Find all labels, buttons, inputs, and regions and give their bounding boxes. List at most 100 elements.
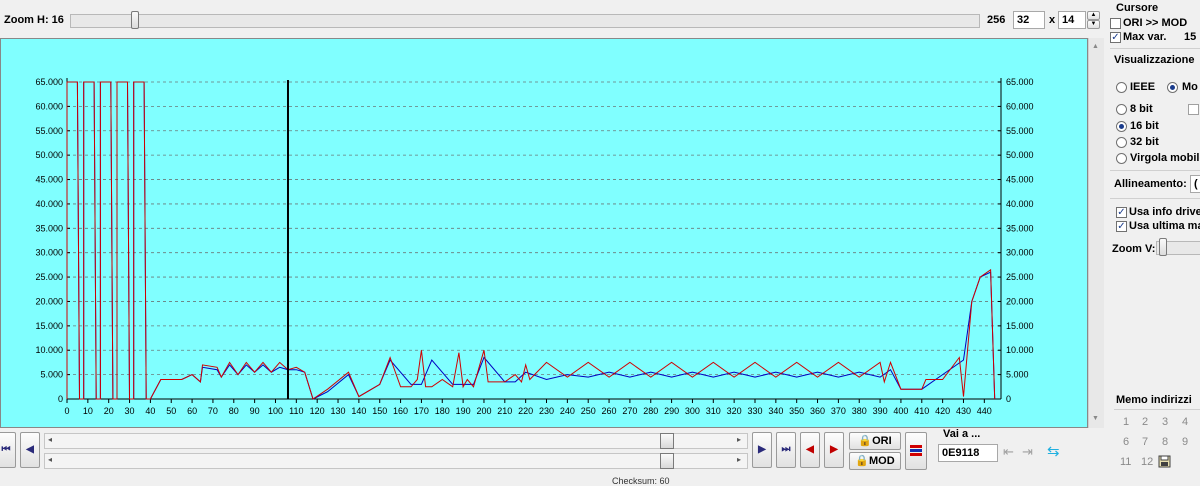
swap-arrows-icon[interactable]: ⇆: [1047, 442, 1060, 460]
memo-slot-7[interactable]: 7: [1142, 436, 1148, 448]
motorola-label: Mo: [1182, 81, 1198, 93]
usa-info-checkbox[interactable]: ✓: [1116, 207, 1127, 218]
mod-scrollbar[interactable]: ◂ ▸: [44, 453, 748, 469]
ori-button[interactable]: 🔒ORI: [849, 432, 901, 450]
align-right-icon[interactable]: ⇥: [1022, 444, 1033, 460]
first-page-button[interactable]: ⏮: [0, 432, 16, 468]
16bit-radio[interactable]: [1116, 121, 1127, 132]
hex-data-chart[interactable]: 0 05.000 5.00010.000 10.00015.000 15.00020.0…: [1, 39, 1087, 427]
address-input[interactable]: 0E9118: [938, 444, 998, 462]
ori-mod-checkbox[interactable]: [1110, 18, 1121, 29]
y-tick-label: 60.000: [35, 101, 63, 111]
scroll-left-icon[interactable]: ◂: [48, 455, 52, 464]
zoom-v-slider[interactable]: [1156, 238, 1200, 256]
y-tick-label-right: 35.000: [1006, 223, 1034, 233]
prev-diff-button[interactable]: ◀: [800, 432, 820, 468]
memo-slot-1[interactable]: 1: [1123, 416, 1129, 428]
zoom-h-slider-thumb[interactable]: [131, 11, 139, 29]
next-page-button[interactable]: ▶: [752, 432, 772, 468]
32bit-label: 32 bit: [1130, 136, 1159, 148]
y-tick-label-right: 50.000: [1006, 150, 1034, 160]
x-tick-label: 120: [310, 406, 325, 416]
y-tick-label: 50.000: [35, 150, 63, 160]
last-page-button[interactable]: ⏭: [776, 432, 796, 468]
allineamento-input[interactable]: (: [1190, 175, 1200, 193]
x-tick-label: 60: [187, 406, 197, 416]
rows-up-button[interactable]: ▲: [1087, 11, 1100, 20]
prev-page-button[interactable]: ◀: [20, 432, 40, 468]
x-tick-label: 200: [476, 406, 491, 416]
zoom-v-slider-thumb[interactable]: [1159, 238, 1167, 256]
x-tick-label: 360: [810, 406, 825, 416]
motorola-radio[interactable]: [1167, 82, 1178, 93]
align-left-icon[interactable]: ⇤: [1003, 444, 1014, 460]
8bit-radio[interactable]: [1116, 104, 1127, 115]
vai-a-label: Vai a ...: [943, 428, 981, 440]
flag-toggle-button[interactable]: [905, 432, 927, 470]
ori-mod-label: ORI >> MOD: [1123, 17, 1188, 29]
rows-down-button[interactable]: ▼: [1087, 20, 1100, 29]
y-tick-label: 15.000: [35, 321, 63, 331]
32bit-radio[interactable]: [1116, 137, 1127, 148]
memo-slot-8[interactable]: 8: [1162, 436, 1168, 448]
scroll-up-icon[interactable]: ▲: [1092, 43, 1099, 50]
lock-icon: 🔒: [855, 455, 870, 467]
plot-area[interactable]: 0 0 5.000 5.000 10.000 10.000 15.000 15.000 20.0…: [0, 38, 1088, 428]
signed-checkbox[interactable]: [1188, 104, 1199, 115]
y-tick-label-right: 45.000: [1006, 175, 1034, 185]
x-tick-label: 150: [372, 406, 387, 416]
x-tick-label: 280: [643, 406, 658, 416]
ori-scrollbar[interactable]: ◂ ▸: [44, 433, 748, 449]
status-text: Checksum: 60: [612, 476, 670, 486]
memo-slot-6[interactable]: 6: [1123, 436, 1129, 448]
visualizzazione-title: Visualizzazione: [1114, 54, 1195, 66]
ori-scroll-thumb[interactable]: [660, 433, 674, 449]
memo-slot-2[interactable]: 2: [1142, 416, 1148, 428]
columns-input[interactable]: 32: [1013, 11, 1045, 29]
x-tick-label: 430: [956, 406, 971, 416]
plot-vertical-scrollbar[interactable]: ▲ ▼: [1088, 38, 1104, 428]
x-tick-label: 270: [622, 406, 637, 416]
mod-button[interactable]: 🔒MOD: [849, 452, 901, 470]
zoom-h-slider[interactable]: [70, 11, 980, 29]
x-tick-label: 300: [685, 406, 700, 416]
separator: [1110, 170, 1200, 171]
16bit-label: 16 bit: [1130, 120, 1159, 132]
mod-scroll-thumb[interactable]: [660, 453, 674, 469]
usa-ultima-checkbox[interactable]: ✓: [1116, 221, 1127, 232]
memo-title: Memo indirizzi: [1116, 394, 1192, 406]
ieee-radio[interactable]: [1116, 82, 1127, 93]
x-tick-label: 180: [435, 406, 450, 416]
max-var-value[interactable]: 15: [1184, 31, 1196, 43]
x-tick-label: 330: [747, 406, 762, 416]
memo-slot-4[interactable]: 4: [1182, 416, 1188, 428]
x-tick-label: 370: [831, 406, 846, 416]
x-tick-label: 110: [289, 406, 303, 416]
scroll-right-icon[interactable]: ▸: [737, 435, 741, 444]
max-var-checkbox[interactable]: ✓: [1110, 32, 1121, 43]
memo-slot-3[interactable]: 3: [1162, 416, 1168, 428]
y-tick-label: 10.000: [35, 345, 63, 355]
scroll-down-icon[interactable]: ▼: [1092, 415, 1099, 422]
next-diff-button[interactable]: ▶: [824, 432, 844, 468]
memo-save-icon[interactable]: [1158, 454, 1172, 468]
x-tick-label: 380: [852, 406, 867, 416]
separator: [1110, 198, 1200, 199]
y-tick-label: 55.000: [35, 126, 63, 136]
x-tick-label: 340: [768, 406, 783, 416]
memo-slot-11[interactable]: 11: [1120, 456, 1131, 468]
float-radio[interactable]: [1116, 153, 1127, 164]
x-tick-label: 100: [268, 406, 283, 416]
8bit-label: 8 bit: [1130, 103, 1153, 115]
x-tick-label: 30: [125, 406, 135, 416]
memo-slot-9[interactable]: 9: [1182, 436, 1188, 448]
times-label: x: [1049, 14, 1056, 26]
series-line-mod: [66, 81, 996, 400]
memo-slot-12[interactable]: 12: [1141, 456, 1153, 468]
x-tick-label: 0: [64, 406, 69, 416]
usa-info-label: Usa info drive: [1129, 206, 1200, 218]
scroll-left-icon[interactable]: ◂: [48, 435, 52, 444]
scroll-right-icon[interactable]: ▸: [737, 455, 741, 464]
y-tick-label: 45.000: [35, 175, 63, 185]
rows-input[interactable]: 14: [1058, 11, 1086, 29]
